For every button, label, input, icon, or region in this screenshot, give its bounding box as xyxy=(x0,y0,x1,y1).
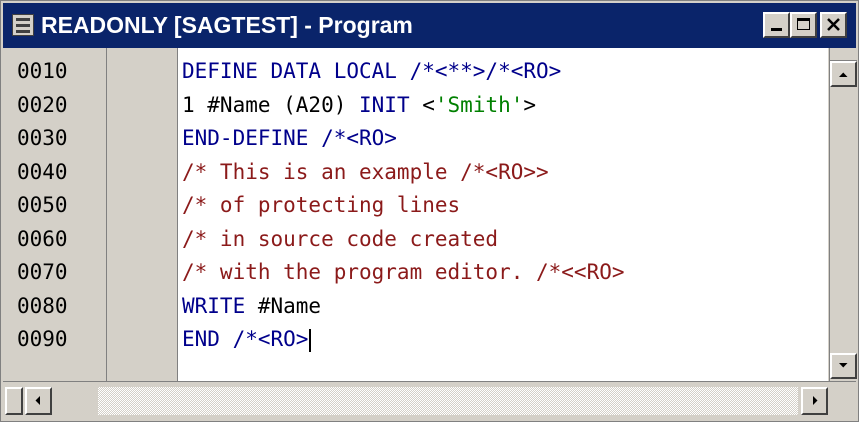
scroll-right-button[interactable] xyxy=(801,387,828,415)
close-button[interactable] xyxy=(820,12,847,38)
code-line[interactable]: DEFINE DATA LOCAL /*<**>/*<RO> xyxy=(182,58,561,84)
code-line[interactable]: /* with the program editor. /*<<RO> xyxy=(182,259,625,285)
window-title: READONLY [SAGTEST] - Program xyxy=(41,12,413,38)
code-token: 'Smith' xyxy=(434,92,524,117)
code-token: WRITE xyxy=(182,293,246,318)
vertical-scroll-thumb[interactable] xyxy=(830,48,857,61)
maximize-icon xyxy=(797,18,810,30)
code-token: /* with the program editor. /*<<RO> xyxy=(182,260,625,284)
code-line[interactable]: END /*<RO> xyxy=(182,326,312,352)
code-token: INIT xyxy=(359,92,410,117)
code-line[interactable]: 1 #Name (A20) INIT <'Smith'> xyxy=(182,92,536,118)
vertical-scrollbar[interactable] xyxy=(829,48,857,381)
marker-gutter[interactable] xyxy=(107,48,178,381)
close-icon xyxy=(827,18,840,31)
line-number: 0050 xyxy=(17,193,68,217)
horizontal-scrollbar[interactable] xyxy=(3,381,856,421)
line-number: 0090 xyxy=(17,327,68,351)
line-number: 0070 xyxy=(17,260,68,284)
code-token: /* This is an example /*<RO>> xyxy=(182,159,549,184)
minimize-icon xyxy=(771,28,782,31)
scroll-left-button[interactable] xyxy=(25,387,52,415)
line-number: 0020 xyxy=(17,92,68,117)
line-number: 0010 xyxy=(17,59,68,83)
code-token: < xyxy=(409,92,435,117)
arrow-up-icon xyxy=(839,72,848,77)
maximize-button[interactable] xyxy=(790,12,817,38)
minimize-button[interactable] xyxy=(763,12,790,38)
arrow-left-icon xyxy=(35,396,40,405)
scroll-up-button[interactable] xyxy=(830,61,857,87)
code-line[interactable]: /* in source code created xyxy=(182,226,498,252)
program-editor-window: READONLY [SAGTEST] - Program 0010 0020 003… xyxy=(0,0,859,422)
line-number: 0040 xyxy=(17,159,68,184)
code-token: END /*<RO> xyxy=(182,327,309,351)
code-token: END-DEFINE /*<RO> xyxy=(182,126,397,150)
program-window-icon[interactable] xyxy=(12,14,34,36)
code-token: /* of protecting lines xyxy=(182,193,461,217)
line-number-gutter: 0010 0020 0030 0040 0050 0060 0070 0080 0090 xyxy=(3,48,107,381)
code-line[interactable]: /* This is an example /*<RO>> xyxy=(182,159,549,185)
code-token: > xyxy=(523,92,537,117)
horizontal-scroll-track[interactable] xyxy=(98,387,798,415)
code-token: 1 #Name (A20) xyxy=(182,92,360,117)
text-cursor xyxy=(309,328,312,352)
scroll-down-button[interactable] xyxy=(830,353,857,379)
code-line[interactable]: /* of protecting lines xyxy=(182,192,460,218)
horizontal-scroll-thumb[interactable] xyxy=(5,387,23,415)
code-line[interactable]: END-DEFINE /*<RO> xyxy=(182,125,397,151)
code-token: #Name xyxy=(245,293,322,318)
line-number: 0080 xyxy=(17,293,68,318)
code-token: /* in source code created xyxy=(182,226,499,251)
title-bar[interactable]: READONLY [SAGTEST] - Program xyxy=(3,3,856,48)
code-editor[interactable]: DEFINE DATA LOCAL /*<**>/*<RO> 1 #Name (A… xyxy=(178,48,828,381)
arrow-down-icon xyxy=(839,363,848,368)
line-number: 0060 xyxy=(17,226,68,251)
code-token: DEFINE DATA LOCAL /*<**>/*<RO> xyxy=(182,59,562,83)
code-line[interactable]: WRITE #Name xyxy=(182,293,321,319)
arrow-right-icon xyxy=(813,396,818,405)
line-number: 0030 xyxy=(17,126,68,150)
